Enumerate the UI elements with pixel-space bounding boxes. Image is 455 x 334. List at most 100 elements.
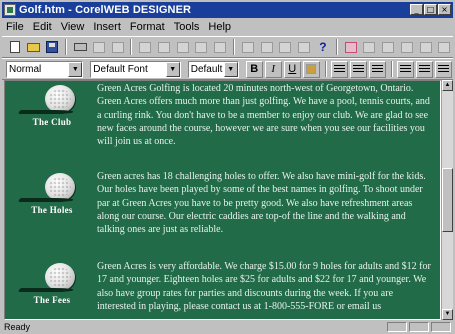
spellcheck-button[interactable] <box>90 39 108 56</box>
style-select[interactable]: Normal ▼ <box>6 60 84 78</box>
align-right-button[interactable] <box>368 60 386 78</box>
paste-button[interactable] <box>174 39 192 56</box>
numbered-list-button[interactable] <box>396 60 414 78</box>
image-icon <box>195 41 208 53</box>
indent-icon <box>437 64 449 74</box>
table-icon <box>298 41 311 53</box>
heading-icon <box>241 41 254 53</box>
heading-button[interactable] <box>239 39 257 56</box>
section-label: The Holes <box>31 205 73 215</box>
status-bar: Ready <box>2 321 453 333</box>
title-bar: Golf.htm - CorelWEB DESIGNER _ □ × <box>2 2 453 18</box>
new-document-icon <box>9 41 20 53</box>
vertical-scrollbar[interactable]: ▲ ▼ <box>441 80 453 320</box>
section-paragraph[interactable]: Green acres has 18 challenging holes to … <box>97 170 433 236</box>
document-canvas[interactable]: The Club Green Acres Golfing is located … <box>4 80 441 320</box>
status-text: Ready <box>4 322 31 332</box>
golf-shadow-icon <box>17 288 75 292</box>
find-button[interactable] <box>109 39 127 56</box>
table-button[interactable] <box>295 39 313 56</box>
indent-button[interactable] <box>434 60 452 78</box>
maximize-button[interactable]: □ <box>424 4 437 15</box>
printer-icon <box>73 43 87 51</box>
text-field-button[interactable] <box>360 39 378 56</box>
app-icon[interactable] <box>4 4 16 16</box>
copy-button[interactable] <box>155 39 173 56</box>
align-left-icon <box>333 64 345 74</box>
bullet-list-icon <box>418 64 430 74</box>
menu-view[interactable]: View <box>57 21 90 33</box>
numbered-list-icon <box>399 64 411 74</box>
font-select[interactable]: Default Font ▼ <box>90 60 181 78</box>
scissors-icon <box>139 41 152 53</box>
spellcheck-icon <box>92 41 105 53</box>
insert-image-button[interactable] <box>277 39 295 56</box>
picture-icon <box>279 41 292 53</box>
radio-button-tool[interactable] <box>417 39 435 56</box>
close-button[interactable]: × <box>438 4 451 15</box>
app-window: Golf.htm - CorelWEB DESIGNER _ □ × File … <box>0 0 455 334</box>
cut-button[interactable] <box>136 39 154 56</box>
window-title: Golf.htm - CorelWEB DESIGNER <box>19 4 192 16</box>
text-field-icon <box>363 41 376 53</box>
text-area-button[interactable] <box>379 39 397 56</box>
open-button[interactable] <box>25 39 43 56</box>
scroll-down-button[interactable]: ▼ <box>442 309 453 320</box>
print-button[interactable] <box>71 39 89 56</box>
golf-shadow-icon <box>17 110 75 114</box>
menu-edit[interactable]: Edit <box>29 21 57 33</box>
minimize-button[interactable]: _ <box>410 4 423 15</box>
section-paragraph[interactable]: Green Acres Golfing is located 20 minute… <box>97 82 433 148</box>
align-left-button[interactable] <box>330 60 348 78</box>
image-button[interactable] <box>193 39 211 56</box>
toolbar-separator <box>324 61 327 77</box>
underline-button[interactable]: U <box>283 60 301 78</box>
text-color-button[interactable] <box>302 60 320 78</box>
tag-button[interactable] <box>211 39 229 56</box>
clipboard-icon <box>176 41 189 53</box>
golf-ball-icon <box>45 263 75 291</box>
chevron-down-icon[interactable]: ▼ <box>68 61 83 77</box>
bullet-list-button[interactable] <box>415 60 433 78</box>
list-box-button[interactable] <box>435 39 453 56</box>
window-controls: _ □ × <box>410 4 451 15</box>
help-icon: ? <box>319 40 327 54</box>
menu-help[interactable]: Help <box>204 21 236 33</box>
menu-tools[interactable]: Tools <box>170 21 205 33</box>
chevron-down-icon[interactable]: ▼ <box>223 61 238 77</box>
line-button[interactable] <box>258 39 276 56</box>
bold-button[interactable]: B <box>245 60 263 78</box>
size-select-value: Default <box>190 63 223 75</box>
status-pane <box>387 322 407 332</box>
list-box-icon <box>438 41 451 53</box>
checkbox-button[interactable] <box>398 39 416 56</box>
font-select-value: Default Font <box>93 63 148 75</box>
scroll-thumb[interactable] <box>442 168 453 232</box>
form-icon <box>344 41 357 53</box>
golf-shadow-icon <box>17 198 75 202</box>
align-right-icon <box>371 64 383 74</box>
size-select[interactable]: Default ▼ <box>187 60 239 78</box>
paint-icon <box>306 64 317 74</box>
new-document-button[interactable] <box>6 39 24 56</box>
align-center-button[interactable] <box>349 60 367 78</box>
radio-icon <box>419 41 432 53</box>
help-button[interactable]: ? <box>314 39 332 56</box>
toolbar-separator <box>335 39 338 55</box>
folder-icon <box>27 42 41 52</box>
scroll-up-button[interactable]: ▲ <box>442 80 453 91</box>
chevron-down-icon[interactable]: ▼ <box>165 61 180 77</box>
golf-ball-icon <box>45 173 75 201</box>
menu-format[interactable]: Format <box>126 21 170 33</box>
form-button[interactable] <box>342 39 360 56</box>
standard-toolbar: ? <box>2 36 453 58</box>
save-button[interactable] <box>43 39 61 56</box>
italic-button[interactable]: I <box>264 60 282 78</box>
menu-insert[interactable]: Insert <box>89 21 126 33</box>
checkbox-icon <box>400 41 413 53</box>
formatting-toolbar: Normal ▼ Default Font ▼ Default ▼ B I U <box>2 58 453 80</box>
toolbar-separator <box>65 39 68 55</box>
menu-file[interactable]: File <box>2 21 29 33</box>
golf-ball-icon <box>45 85 75 113</box>
section-paragraph[interactable]: Green Acres is very affordable. We charg… <box>97 260 433 313</box>
